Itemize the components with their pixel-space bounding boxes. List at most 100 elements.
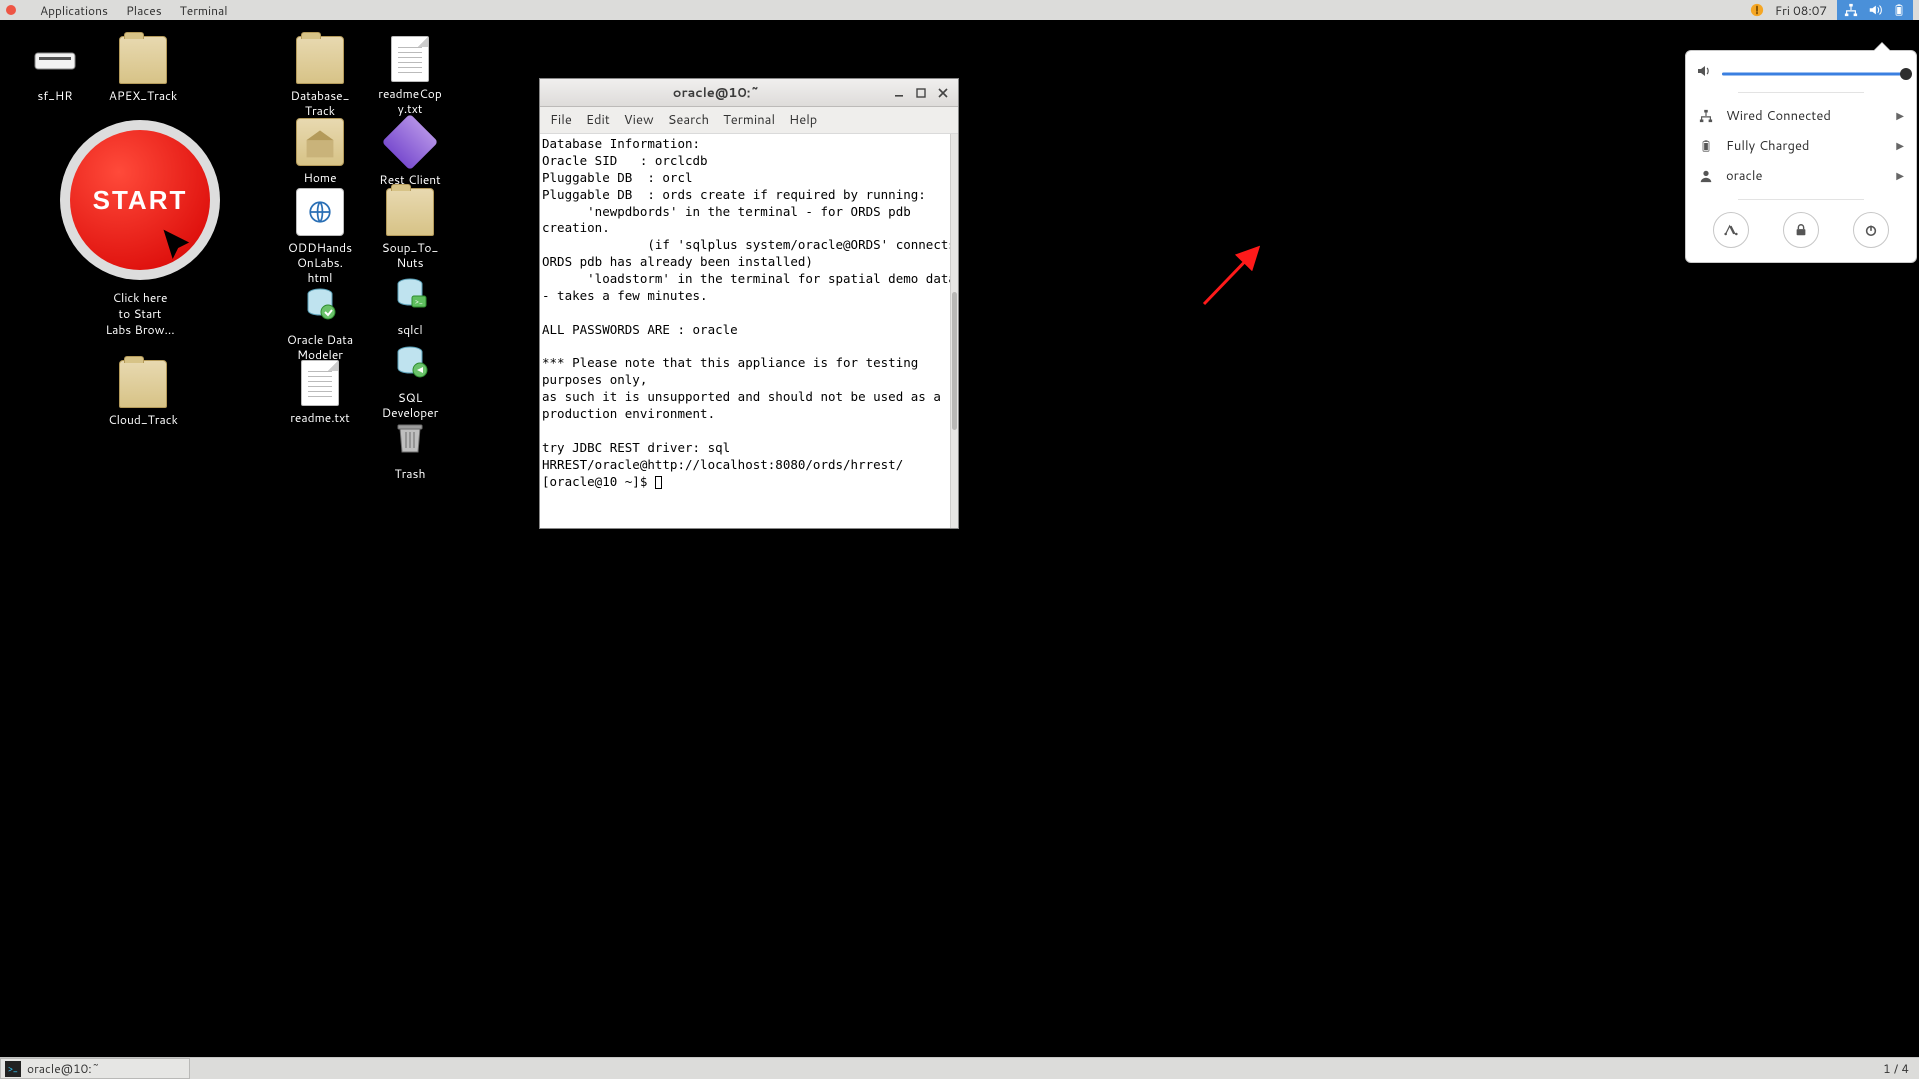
desktop-icon-sqlcl[interactable]: >_ sqlcl <box>365 270 455 337</box>
minimize-button[interactable] <box>890 84 908 102</box>
home-folder-icon <box>296 118 344 166</box>
taskbar-item-terminal[interactable]: >_ oracle@10:~ <box>0 1058 190 1079</box>
folder-icon <box>296 36 344 84</box>
start-labs-launcher[interactable]: START Click here to Start Labs Brow... <box>60 120 220 339</box>
desktop-icon-label: sqlcl <box>365 322 455 337</box>
desktop-icon-label: Home <box>275 170 365 185</box>
start-caption: Click here to Start Labs Brow... <box>60 290 220 339</box>
desktop-icon-label: Oracle Data Modeler <box>275 332 365 362</box>
lock-button[interactable] <box>1783 212 1819 248</box>
activities-distro-icon <box>6 2 22 19</box>
battery-icon <box>1698 139 1714 153</box>
desktop-icon-label: APEX_Track <box>98 88 188 103</box>
menu-search[interactable]: Search <box>668 111 709 129</box>
volume-slider[interactable] <box>1722 67 1906 81</box>
desktop-icon-home[interactable]: Home <box>275 118 365 185</box>
desktop-icon-label: Database_ Track <box>275 88 365 118</box>
desktop-icon-readme-copy[interactable]: readmeCop y.txt <box>365 36 455 116</box>
text-file-icon <box>301 360 339 406</box>
chevron-right-icon: ▶ <box>1896 169 1904 183</box>
window-title: oracle@10:~ <box>546 84 886 102</box>
folder-icon <box>119 36 167 84</box>
desktop-icon-label: readme.txt <box>275 410 365 425</box>
network-wired-icon <box>1843 2 1859 18</box>
volume-icon <box>1867 2 1883 18</box>
menu-help[interactable]: Help <box>789 111 817 129</box>
volume-icon <box>1696 63 1712 84</box>
desktop-icon-label: sf_HR <box>10 88 100 103</box>
network-row[interactable]: Wired Connected ▶ <box>1696 101 1906 131</box>
separator <box>1738 199 1864 200</box>
window-title-bar[interactable]: oracle@10:~ <box>540 79 958 107</box>
menu-terminal[interactable]: Terminal <box>180 2 228 19</box>
html-file-icon <box>296 188 344 236</box>
cursor-icon <box>158 226 202 270</box>
menu-applications[interactable]: Applications <box>40 2 108 19</box>
trash-icon <box>386 414 434 462</box>
rest-client-icon <box>382 114 439 171</box>
folder-icon <box>386 188 434 236</box>
user-icon <box>1698 169 1714 183</box>
battery-icon <box>1891 2 1907 18</box>
clock[interactable]: Fri 08:07 <box>1775 2 1827 19</box>
chevron-right-icon: ▶ <box>1896 109 1904 123</box>
terminal-window[interactable]: oracle@10:~ File Edit View Search Termin… <box>539 78 959 529</box>
desktop: sf_HR START Click here to Start Labs Bro… <box>0 20 1919 1057</box>
battery-row[interactable]: Fully Charged ▶ <box>1696 131 1906 161</box>
svg-text:>_: >_ <box>415 297 423 307</box>
desktop-icon-apex-track[interactable]: APEX_Track <box>98 36 188 103</box>
menu-places[interactable]: Places <box>126 2 162 19</box>
terminal-output: Database Information: Oracle SID : orclc… <box>542 136 963 489</box>
desktop-icon-cloud-track[interactable]: Cloud_Track <box>98 360 188 427</box>
annotation-arrow <box>1196 242 1276 312</box>
desktop-icon-sql-developer[interactable]: SQL Developer <box>365 338 455 420</box>
desktop-icon-label: readmeCop y.txt <box>365 86 455 116</box>
folder-icon <box>119 360 167 408</box>
desktop-icon-label: Soup_To_ Nuts <box>365 240 455 270</box>
user-label: oracle <box>1726 167 1763 185</box>
maximize-button[interactable] <box>912 84 930 102</box>
terminal-menu-bar: File Edit View Search Terminal Help <box>540 107 958 134</box>
update-notifier-icon[interactable] <box>1749 2 1765 18</box>
menu-edit[interactable]: Edit <box>586 111 610 129</box>
menu-terminal[interactable]: Terminal <box>723 111 775 129</box>
system-status-area[interactable] <box>1837 0 1913 20</box>
desktop-icon-data-modeler[interactable]: Oracle Data Modeler <box>275 280 365 362</box>
volume-row <box>1696 63 1906 84</box>
workspace-indicator[interactable]: 1 / 4 <box>1873 1060 1919 1077</box>
chevron-right-icon: ▶ <box>1896 139 1904 153</box>
text-file-icon <box>391 36 429 82</box>
desktop-icon-label: Cloud_Track <box>98 412 188 427</box>
menu-file[interactable]: File <box>550 111 572 129</box>
action-buttons-row <box>1696 212 1906 248</box>
terminal-body[interactable]: Database Information: Oracle SID : orclc… <box>540 134 958 528</box>
sqlcl-icon: >_ <box>386 270 434 318</box>
taskbar-item-label: oracle@10:~ <box>27 1060 100 1077</box>
scrollbar-thumb[interactable] <box>952 292 957 430</box>
power-button[interactable] <box>1853 212 1889 248</box>
desktop-icon-label: Trash <box>365 466 455 481</box>
desktop-icon-soup-nuts[interactable]: Soup_To_ Nuts <box>365 188 455 270</box>
terminal-cursor <box>655 476 662 489</box>
separator <box>1738 92 1864 93</box>
database-app-icon <box>296 280 344 328</box>
desktop-icon-trash[interactable]: Trash <box>365 414 455 481</box>
start-button-graphic: START <box>60 120 220 280</box>
user-row[interactable]: oracle ▶ <box>1696 161 1906 191</box>
network-wired-icon <box>1698 109 1714 123</box>
bottom-panel: >_ oracle@10:~ 1 / 4 <box>0 1057 1919 1079</box>
sql-developer-icon <box>386 338 434 386</box>
desktop-icon-readme[interactable]: readme.txt <box>275 360 365 425</box>
top-panel: Applications Places Terminal Fri 08:07 <box>0 0 1919 20</box>
desktop-icon-oddhands[interactable]: ODDHands OnLabs. html <box>275 188 365 285</box>
desktop-icon-sf-hr[interactable]: sf_HR <box>10 36 100 103</box>
desktop-icon-rest-client[interactable]: Rest Client <box>365 118 455 187</box>
terminal-scrollbar[interactable] <box>950 134 958 528</box>
menu-view[interactable]: View <box>624 111 654 129</box>
settings-button[interactable] <box>1713 212 1749 248</box>
network-label: Wired Connected <box>1726 107 1831 125</box>
system-menu-popover: Wired Connected ▶ Fully Charged ▶ oracle… <box>1685 50 1917 263</box>
desktop-icon-database-track[interactable]: Database_ Track <box>275 36 365 118</box>
close-button[interactable] <box>934 84 952 102</box>
desktop-icon-label: ODDHands OnLabs. html <box>275 240 365 285</box>
